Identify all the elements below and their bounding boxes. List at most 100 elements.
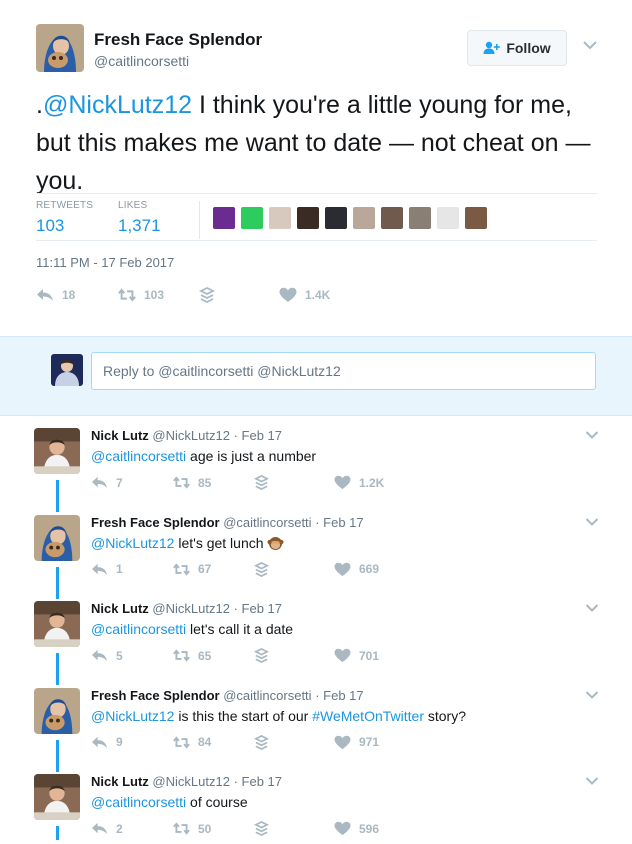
reply-icon (92, 649, 107, 662)
reply-count: 9 (116, 735, 123, 749)
moments-button[interactable] (253, 561, 270, 577)
reply-author-handle[interactable]: @caitlincorsetti (223, 515, 311, 530)
liker-avatar[interactable] (325, 207, 347, 229)
reply-author-name[interactable]: Fresh Face Splendor (91, 688, 220, 703)
author-name[interactable]: Fresh Face Splendor (94, 30, 262, 50)
reply-mention-link[interactable]: @NickLutz12 (91, 708, 174, 724)
reply-input[interactable]: Reply to @caitlincorsetti @NickLutz12 (91, 352, 596, 390)
reply-button[interactable]: 1 (91, 562, 123, 577)
reply-date[interactable]: Feb 17 (242, 428, 282, 443)
liker-avatar[interactable] (353, 207, 375, 229)
reply-author-handle[interactable]: @NickLutz12 (152, 428, 230, 443)
reply-text-body: let's get lunch (174, 534, 264, 551)
hashtag-link[interactable]: #WeMetOnTwitter (312, 708, 424, 724)
retweet-button[interactable]: 85 (173, 475, 211, 490)
like-button[interactable]: 1.4K (279, 287, 330, 303)
liker-avatar[interactable] (213, 207, 235, 229)
chevron-down-icon[interactable] (582, 38, 598, 52)
avatar[interactable] (36, 24, 84, 72)
reply-mention-link[interactable]: @caitlincorsetti (91, 448, 186, 464)
reply-author-handle[interactable]: @NickLutz12 (152, 774, 230, 789)
retweet-button[interactable]: 65 (173, 648, 211, 663)
like-button[interactable]: 669 (334, 562, 379, 577)
chevron-down-icon[interactable] (585, 775, 599, 787)
chevron-down-icon[interactable] (585, 429, 599, 441)
reply-count: 1 (116, 562, 123, 576)
like-count: 1.4K (305, 288, 331, 302)
liker-avatar[interactable] (409, 207, 431, 229)
reply-count: 7 (116, 475, 123, 490)
reply-button[interactable]: 7 (91, 475, 123, 490)
retweet-button[interactable]: 103 (118, 287, 164, 303)
retweet-button[interactable]: 84 (173, 735, 211, 750)
like-button[interactable]: 971 (334, 735, 379, 750)
reply-icon (92, 822, 107, 835)
likers-avatars (213, 207, 487, 229)
tweet-mention-link[interactable]: @NickLutz12 (43, 91, 192, 119)
moments-button[interactable] (253, 734, 270, 750)
thread-connector (56, 653, 59, 685)
liker-avatar[interactable] (269, 207, 291, 229)
reply-author-name[interactable]: Nick Lutz (91, 428, 149, 443)
avatar[interactable] (34, 774, 80, 820)
chevron-down-icon[interactable] (585, 602, 599, 614)
chevron-down-icon[interactable] (585, 516, 599, 528)
reply-author-name[interactable]: Nick Lutz (91, 774, 149, 789)
liker-avatar[interactable] (437, 207, 459, 229)
tweet-text: .@NickLutz12 I think you're a little you… (36, 86, 596, 200)
moments-button[interactable] (253, 475, 270, 490)
moments-button[interactable] (253, 648, 270, 663)
reply-tweet[interactable]: Nick Lutz @NickLutz12 · Feb 17 @caitlinc… (0, 601, 632, 687)
reply-author-name[interactable]: Fresh Face Splendor (91, 515, 220, 530)
reply-button[interactable]: 9 (91, 735, 123, 750)
reply-count: 5 (116, 648, 123, 663)
tweet-timestamp[interactable]: 11:11 PM - 17 Feb 2017 (36, 255, 174, 270)
avatar[interactable] (34, 601, 80, 647)
liker-avatar[interactable] (241, 207, 263, 229)
like-button[interactable]: 701 (334, 648, 379, 663)
chevron-down-icon[interactable] (585, 689, 599, 701)
moments-button[interactable] (253, 821, 270, 836)
layers-icon (253, 475, 270, 490)
retweet-button[interactable]: 50 (173, 821, 211, 836)
like-count: 596 (359, 821, 380, 836)
reply-mention-link[interactable]: @caitlincorsetti (91, 794, 186, 810)
author-handle[interactable]: @caitlincorsetti (94, 53, 189, 69)
liker-avatar[interactable] (465, 207, 487, 229)
liker-avatar[interactable] (381, 207, 403, 229)
like-button[interactable]: 596 (334, 821, 379, 836)
reply-tweet[interactable]: Nick Lutz @NickLutz12 · Feb 17 @caitlinc… (0, 774, 632, 844)
like-count: 701 (359, 648, 380, 663)
reply-tweet[interactable]: Fresh Face Splendor @caitlincorsetti · F… (0, 687, 632, 774)
reply-date[interactable]: Feb 17 (242, 601, 282, 616)
reply-mention-link[interactable]: @NickLutz12 (91, 535, 174, 551)
follow-button[interactable]: Follow (467, 30, 567, 66)
reply-actions: 5 65 701 (91, 648, 411, 666)
like-button[interactable]: 1.2K (334, 475, 384, 490)
reply-actions: 7 85 1.2K (91, 475, 411, 493)
avatar[interactable] (34, 514, 80, 561)
reply-author-handle[interactable]: @NickLutz12 (152, 601, 230, 616)
retweet-button[interactable]: 67 (173, 562, 211, 577)
reply-date[interactable]: Feb 17 (323, 515, 363, 530)
reply-author-name[interactable]: Nick Lutz (91, 601, 149, 616)
retweets-stat[interactable]: RETWEETS 103 (36, 200, 93, 236)
reply-author-handle[interactable]: @caitlincorsetti (223, 688, 311, 703)
monkey-emoji (267, 536, 284, 550)
avatar[interactable] (34, 687, 80, 734)
reply-tweet[interactable]: Fresh Face Splendor @caitlincorsetti · F… (0, 514, 632, 601)
reply-button[interactable]: 2 (91, 821, 123, 836)
stats-divider (199, 201, 200, 239)
reply-tweet[interactable]: Nick Lutz @NickLutz12 · Feb 17 @caitlinc… (0, 428, 632, 514)
retweet-icon (173, 735, 190, 749)
reply-button[interactable]: 5 (91, 648, 123, 663)
liker-avatar[interactable] (297, 207, 319, 229)
avatar[interactable] (34, 428, 80, 474)
reply-date[interactable]: Feb 17 (323, 688, 363, 703)
reply-date[interactable]: Feb 17 (242, 774, 282, 789)
reply-button[interactable]: 18 (36, 287, 75, 303)
follow-user-icon (483, 41, 501, 54)
likes-stat[interactable]: LIKES 1,371 (118, 200, 161, 236)
reply-mention-link[interactable]: @caitlincorsetti (91, 621, 186, 637)
moments-button[interactable] (198, 287, 216, 303)
